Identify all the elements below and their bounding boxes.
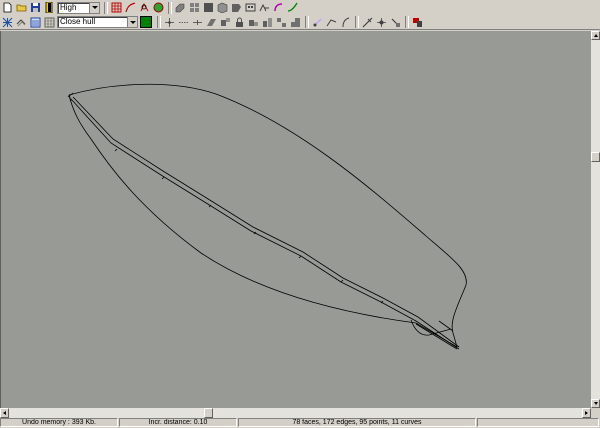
vertical-scroll-thumb[interactable]: [591, 152, 600, 162]
scroll-down-arrow[interactable]: [591, 399, 600, 408]
quality-select[interactable]: High: [57, 1, 100, 14]
crosscurves-icon[interactable]: [244, 1, 257, 14]
assemble-icon[interactable]: [275, 16, 288, 29]
grid-icon[interactable]: [110, 1, 123, 14]
flip-icon[interactable]: [15, 16, 28, 29]
subdivide-icon[interactable]: [289, 16, 302, 29]
toolbar-separator: [157, 16, 161, 28]
scroll-up-arrow[interactable]: [591, 31, 600, 40]
toolbar-separator: [305, 16, 309, 28]
remove-face-icon[interactable]: [311, 16, 324, 29]
scroll-left-arrow[interactable]: [0, 408, 9, 418]
knife-icon[interactable]: [361, 16, 374, 29]
hull-keel-line: [68, 94, 458, 348]
increment-distance-status: Incr. distance: 0.10: [119, 418, 237, 427]
toolbar-separator: [355, 16, 359, 28]
exit-icon[interactable]: [43, 1, 56, 14]
horizontal-scrollbar[interactable]: [0, 408, 591, 418]
spline-icon[interactable]: [286, 1, 299, 14]
fit-all-icon[interactable]: [1, 16, 14, 29]
main-toolbar: High: [0, 0, 600, 15]
toolbar-separator: [168, 1, 172, 14]
scrollbar-corner: [591, 408, 600, 418]
cube-icon[interactable]: [216, 1, 229, 14]
status-bar: Undo memory : 393 Kb. Incr. distance: 0.…: [0, 418, 600, 428]
views-icon[interactable]: [188, 1, 201, 14]
horizontal-scroll-thumb[interactable]: [204, 408, 213, 418]
scroll-right-arrow[interactable]: [582, 408, 591, 418]
hull-model: [67, 83, 467, 350]
action-select-value: Close hull: [60, 17, 96, 26]
knuckle-icon[interactable]: [325, 16, 338, 29]
extrude-icon[interactable]: [261, 16, 274, 29]
remove-unused-icon[interactable]: [389, 16, 402, 29]
lock-point-icon[interactable]: [233, 16, 246, 29]
collapse-point-icon[interactable]: [219, 16, 232, 29]
model-stats-status: 78 faces, 172 edges, 95 points, 11 curve…: [238, 418, 476, 427]
new-face-icon[interactable]: [205, 16, 218, 29]
undo-memory-status: Undo memory : 393 Kb.: [0, 418, 118, 427]
insert-edge-icon[interactable]: [177, 16, 190, 29]
chine-marks: [114, 148, 384, 304]
save-icon[interactable]: [29, 1, 42, 14]
model-viewport[interactable]: [0, 31, 591, 408]
hull-chine-line-inner: [72, 96, 460, 348]
hull-sheer-line: [68, 83, 467, 348]
toolbar-separator: [104, 1, 108, 14]
arc-icon[interactable]: [272, 1, 285, 14]
color-swatch[interactable]: [140, 16, 152, 28]
hydrostatics-icon[interactable]: [230, 1, 243, 14]
shaded-view-icon[interactable]: [152, 1, 165, 14]
quality-select-value: High: [60, 2, 77, 12]
toolbar-separator: [405, 16, 409, 28]
new-file-icon[interactable]: [1, 1, 14, 14]
split-edge-icon[interactable]: [191, 16, 204, 29]
action-select[interactable]: Close hull: [57, 16, 138, 28]
perspective-icon[interactable]: [174, 1, 187, 14]
chevron-down-icon[interactable]: [127, 17, 137, 27]
edit-toolbar: Close hull: [0, 15, 600, 30]
layer-properties-icon[interactable]: [29, 16, 42, 29]
add-point-icon[interactable]: [163, 16, 176, 29]
mirror-plane-icon[interactable]: [375, 16, 388, 29]
vertical-scrollbar[interactable]: [591, 31, 600, 408]
grid-lines-icon[interactable]: [43, 16, 56, 29]
unlock-point-icon[interactable]: [247, 16, 260, 29]
layers-icon[interactable]: [202, 1, 215, 14]
open-file-icon[interactable]: [15, 1, 28, 14]
curve-icon[interactable]: [124, 1, 137, 14]
hull-chine-line: [70, 98, 460, 350]
chevron-down-icon[interactable]: [89, 2, 99, 13]
status-panel-empty: [477, 418, 599, 427]
check-model-icon[interactable]: [339, 16, 352, 29]
delete-icon[interactable]: [411, 16, 424, 29]
develop-icon[interactable]: [258, 1, 271, 14]
mirror-icon[interactable]: [138, 1, 151, 14]
